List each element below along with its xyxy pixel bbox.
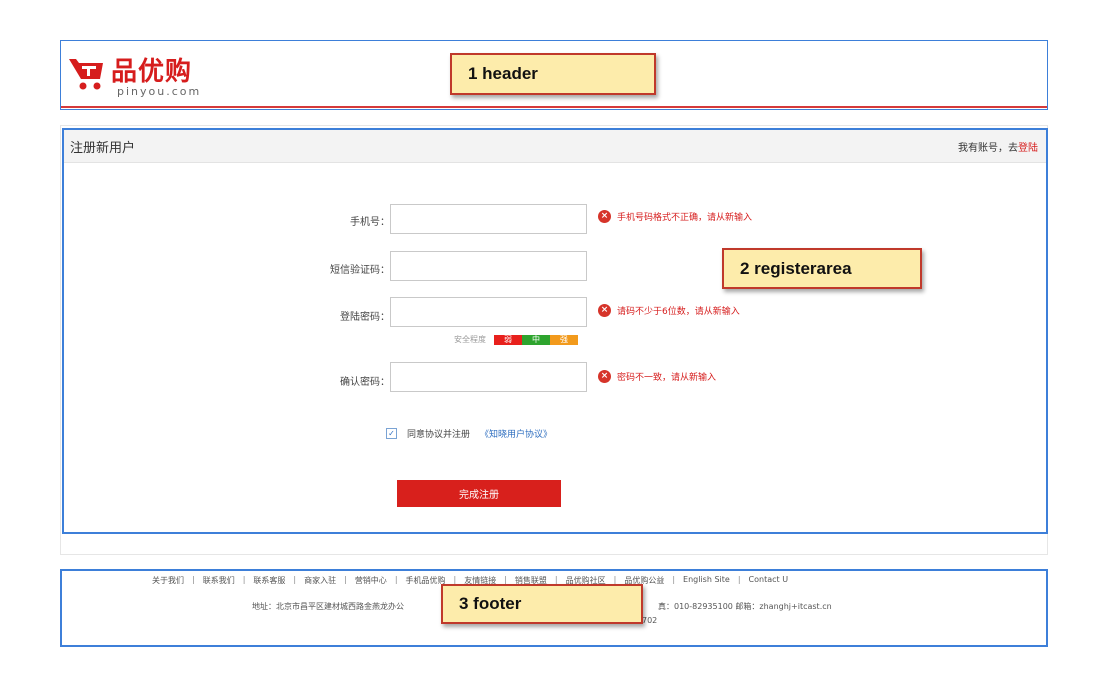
phone-label: 手机号： [350,217,390,228]
register-area: 注册新用户 我有账号，去登陆 [62,128,1048,534]
strength-medium: 中 [522,334,550,345]
footer-address: 地址：北京市昌平区建材城西路金燕龙办公 [252,602,404,611]
brand-domain: pinyou.com [117,85,202,98]
confirm-password-label: 确认密码： [340,377,390,388]
password-error-text: 请码不少于6位数，请从新输入 [617,307,740,317]
agree-checkbox[interactable]: ✓ [386,428,397,439]
agreement-link[interactable]: 《知晓用户协议》 [480,427,552,440]
register-title: 注册新用户 [70,141,136,156]
sms-code-input[interactable] [390,251,587,281]
password-error: × 请码不少于6位数，请从新输入 [598,304,740,317]
password-strength: 安全程度 弱 中 强 [454,334,578,345]
confirm-password-error: × 密码不一致，请从新输入 [598,370,716,383]
password-input[interactable] [390,297,587,327]
agree-text: 同意协议并注册 [407,430,471,440]
register-annotation: 2 registerarea [722,248,922,289]
brand-name: 品优购 [111,57,193,87]
register-title-bar: 注册新用户 我有账号，去登陆 [64,130,1046,163]
strength-strong: 强 [550,334,578,345]
footer-link[interactable]: 营销中心 [355,575,387,586]
error-icon: × [598,304,611,317]
phone-error-text: 手机号码格式不正确，请从新输入 [617,213,753,223]
login-link[interactable]: 登陆 [1018,143,1038,154]
password-label: 登陆密码： [340,312,390,323]
footer-link[interactable]: 联系客服 [253,575,285,586]
complete-register-button[interactable]: 完成注册 [397,480,561,507]
phone-error: × 手机号码格式不正确，请从新输入 [598,210,752,223]
strength-weak: 弱 [494,334,522,345]
footer-link[interactable]: Contact U [749,575,789,586]
login-prompt-text: 我有账号，去 [958,143,1018,154]
sms-code-label: 短信验证码： [330,265,390,276]
footer-annotation: 3 footer [441,584,643,624]
footer-link[interactable]: 手机品优购 [406,575,446,586]
strength-label: 安全程度 [454,335,486,344]
footer-link[interactable]: 联系我们 [203,575,235,586]
footer-link[interactable]: 商家入驻 [304,575,336,586]
confirm-password-error-text: 密码不一致，请从新输入 [617,373,717,383]
footer-icp: 702 [642,616,658,625]
login-prompt: 我有账号，去登陆 [958,139,1038,154]
phone-input[interactable] [390,204,587,234]
footer-contact: 真：010-82935100 邮箱：zhanghj+itcast.cn [658,602,832,611]
footer-link[interactable]: 关于我们 [152,575,184,586]
error-icon: × [598,370,611,383]
footer-link[interactable]: English Site [683,575,730,586]
header-divider [61,106,1047,108]
header-annotation: 1 header [450,53,656,95]
agreement-row: ✓ 同意协议并注册 《知晓用户协议》 [386,427,552,440]
confirm-password-input[interactable] [390,362,587,392]
error-icon: × [598,210,611,223]
logo[interactable]: 品优购 pinyou.com [67,51,227,101]
shopping-cart-icon [69,59,103,90]
